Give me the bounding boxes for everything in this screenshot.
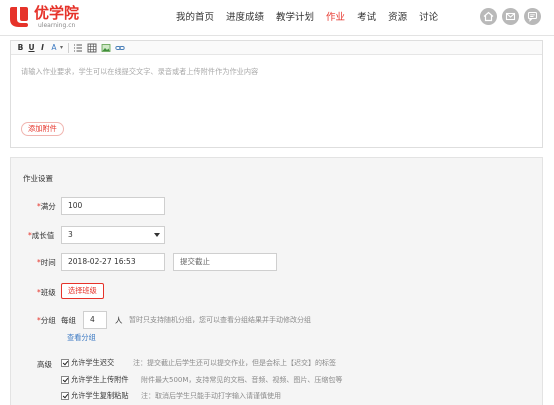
group-size-input[interactable]: 4 [83,311,107,329]
start-time-input[interactable]: 2018-02-27 16:53 [61,253,165,271]
main-nav: 我的首页 进度成绩 教学计划 作业 考试 资源 讨论 [176,11,450,25]
nav-item-plan[interactable]: 教学计划 [276,11,314,25]
toolbar-divider [68,43,69,53]
list-icon[interactable] [73,43,83,53]
upload-attachment-label: 允许学生上传附件 [71,375,129,384]
link-icon[interactable] [115,43,125,53]
view-groups-link[interactable]: 查看分组 [67,333,96,343]
add-attachment-button[interactable]: 添加附件 [21,122,64,136]
font-color-caret-icon[interactable]: ▾ [59,43,64,53]
table-icon[interactable] [87,43,97,53]
settings-title: 作业设置 [23,174,53,183]
nav-item-progress[interactable]: 进度成绩 [226,11,264,25]
top-header: 优学院 ulearning.cn 我的首页 进度成绩 教学计划 作业 考试 资源… [0,0,554,36]
logo-mark-icon [10,7,28,27]
upload-attachment-checkbox[interactable] [61,376,69,384]
group-prefix: 每组 [61,316,76,325]
full-score-input[interactable]: 100 [61,197,165,215]
class-label: *班级 [37,288,56,297]
nav-item-exam[interactable]: 考试 [357,11,376,25]
message-icon[interactable] [524,8,541,25]
logo[interactable]: 优学院 ulearning.cn [8,5,88,31]
homework-editor[interactable]: B U I A ▾ 请输入作业要求，学生可以在线提交文字、录音或者上传附件作为作… [10,40,543,148]
full-score-label: *满分 [37,202,56,211]
chevron-down-icon [154,233,160,237]
logo-text: 优学院 [34,4,80,22]
nav-item-resources[interactable]: 资源 [388,11,407,25]
deadline-input[interactable]: 提交截止 [173,253,277,271]
nav-item-discussion[interactable]: 讨论 [419,11,438,25]
logo-subtitle: ulearning.cn [38,22,76,29]
late-submission-label: 允许学生迟交 [71,358,115,367]
group-hint: 暂时只支持随机分组，您可以查看分组结果并手动修改分组 [129,316,311,324]
underline-icon[interactable]: U [28,43,35,53]
late-submission-hint: 注：提交截止后学生还可以提交作业，但是会标上【迟交】的标签 [133,359,336,367]
select-class-button[interactable]: 选择班级 [61,283,104,299]
nav-item-homework[interactable]: 作业 [326,11,345,25]
homework-settings-panel: 作业设置 *满分 100 *成长值 3 *时间 2018-02-27 16:53… [10,157,543,405]
time-label: *时间 [37,258,56,267]
mail-icon[interactable] [502,8,519,25]
copy-paste-label: 允许学生复制粘贴 [71,391,129,400]
editor-placeholder[interactable]: 请输入作业要求，学生可以在线提交文字、录音或者上传附件作为作业内容 [21,67,258,77]
font-color-icon[interactable]: A [50,43,58,53]
image-icon[interactable] [101,43,111,53]
growth-label: *成长值 [28,231,55,240]
group-label: *分组 [37,316,56,325]
copy-paste-checkbox[interactable] [61,392,69,400]
growth-selected-value: 3 [68,230,73,239]
upload-attachment-hint: 附件最大500M，支持常见的文档、音频、视频、图片、压缩包等 [141,376,343,384]
bold-icon[interactable]: B [17,43,24,53]
advanced-label: 高级 [37,360,52,369]
home-icon[interactable] [480,8,497,25]
copy-paste-hint: 注：取消后学生只能手动打字输入请谨慎使用 [141,392,281,400]
editor-toolbar: B U I A ▾ [11,41,542,55]
late-submission-checkbox[interactable] [61,359,69,367]
growth-select[interactable]: 3 [61,226,165,244]
italic-icon[interactable]: I [39,43,46,53]
group-unit: 人 [115,316,123,325]
nav-item-home[interactable]: 我的首页 [176,11,214,25]
